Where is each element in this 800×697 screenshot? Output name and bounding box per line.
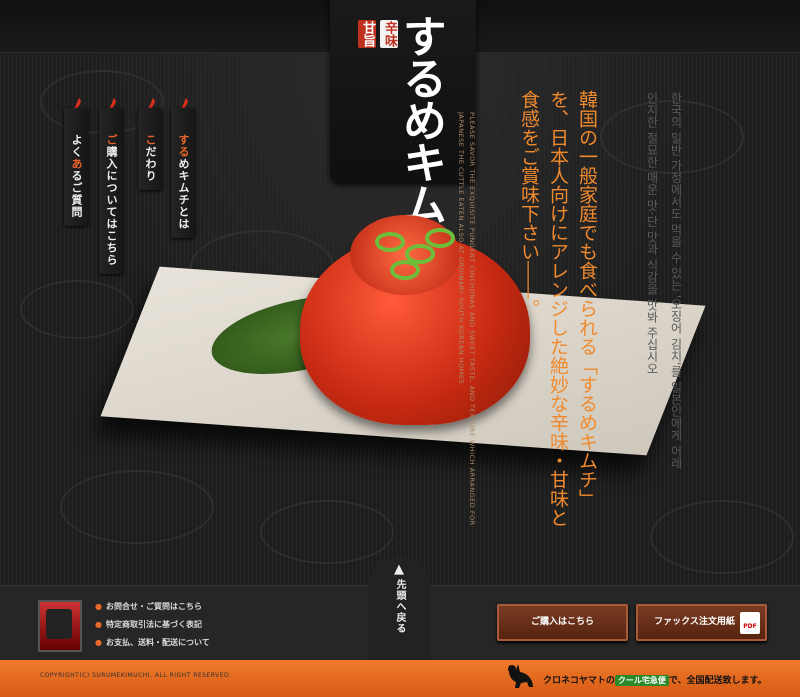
- bullet-icon: ●: [95, 620, 102, 629]
- black-cat-logo-icon: [508, 664, 533, 688]
- logo-tag-sweet: 甘旨: [358, 20, 376, 48]
- cloud-pattern: [60, 470, 214, 544]
- bullet-icon: ●: [95, 602, 102, 611]
- buy-button[interactable]: ご購入はこちら: [497, 604, 628, 641]
- product-package: [46, 609, 72, 639]
- footer-link-legal[interactable]: ● 特定商取引法に基づく表記: [95, 619, 202, 630]
- copyright: COPYRIGHT(C) SURUMEKIMUCHI. ALL RIGHT RE…: [40, 672, 232, 679]
- bullet-icon: ●: [95, 638, 102, 647]
- back-to-top-button[interactable]: ▲ 先頭へ戻る: [368, 556, 430, 676]
- cloud-pattern: [650, 500, 794, 574]
- nav-item-commitment[interactable]: こだわり: [138, 108, 162, 190]
- nav-item-what-is[interactable]: するめキムチとは: [171, 108, 195, 238]
- scallion-garnish: [425, 228, 455, 248]
- footer-link-contact[interactable]: ● お問合せ・ご質問はこちら: [95, 601, 202, 612]
- korean-copy: 한국의 일반 가정에서도 먹을 수 있는 '오징어 김치'를 일본인에게 어레인…: [645, 92, 683, 469]
- arrow-up-icon: ▲: [394, 562, 404, 577]
- back-to-top-label: 先頭へ戻る: [394, 579, 405, 634]
- pdf-icon: PDF: [740, 612, 760, 634]
- scallion-garnish: [390, 260, 420, 280]
- nav-item-purchase[interactable]: ご購入についてはこちら: [99, 108, 123, 274]
- cloud-pattern: [20, 280, 134, 339]
- cloud-pattern: [260, 500, 394, 564]
- nav-item-faq[interactable]: よくあるご質問: [64, 108, 88, 226]
- shipping-notice: クロネコヤマトの クール宅急便 で、全国配送致します。: [543, 675, 767, 686]
- english-subcopy: PLEASE SAVOR THE EXQUISITE PUNGENT CINCH…: [457, 112, 476, 526]
- cool-delivery-badge: クール宅急便: [614, 675, 669, 686]
- footer-link-payment[interactable]: ● お支払、送料・配送について: [95, 637, 210, 648]
- scallion-garnish: [375, 232, 405, 252]
- hero-tagline: 韓国の一般家庭でも食べられる「するめキムチ」を、日本人向けにアレンジした絶妙な辛…: [518, 90, 598, 527]
